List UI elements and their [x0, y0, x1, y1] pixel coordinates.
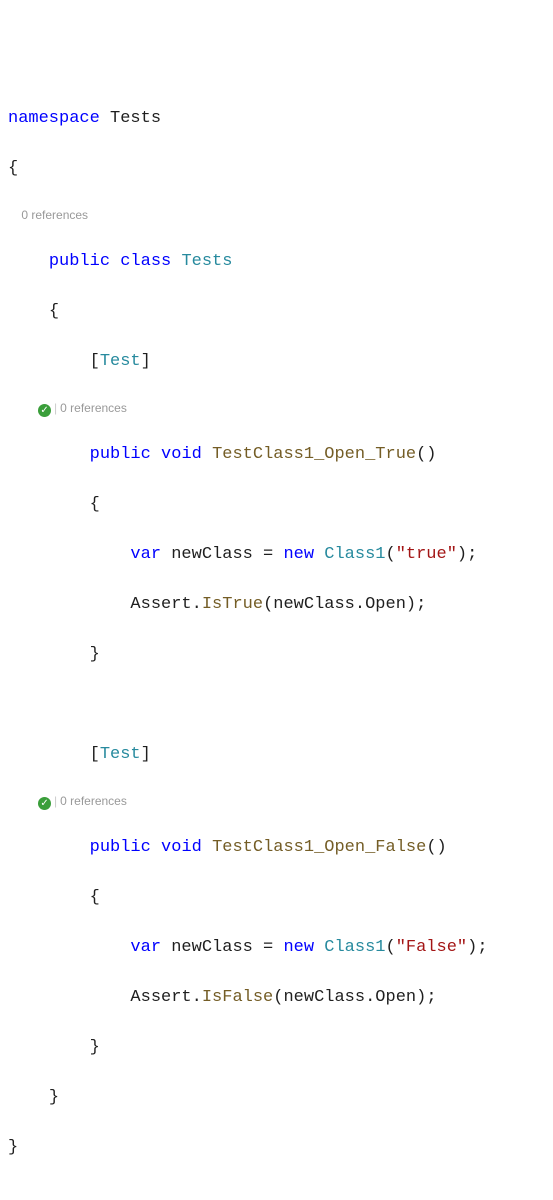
- code-line[interactable]: {: [8, 492, 545, 517]
- code-line[interactable]: }: [8, 1085, 545, 1110]
- code-line[interactable]: public void TestClass1_Open_True(): [8, 442, 545, 467]
- keyword-new: new: [283, 938, 314, 957]
- codelens-references[interactable]: 0 references: [60, 794, 127, 808]
- code-line[interactable]: {: [8, 885, 545, 910]
- test-pass-icon[interactable]: ✓: [38, 797, 51, 810]
- code-line[interactable]: {: [8, 299, 545, 324]
- code-line[interactable]: public class Tests: [8, 249, 545, 274]
- codelens-separator: |: [54, 794, 57, 808]
- keyword-var: var: [130, 545, 161, 564]
- codelens-line[interactable]: 0 references: [8, 206, 545, 224]
- ctor-type: Class1: [324, 545, 385, 564]
- dot: .: [192, 595, 202, 614]
- keyword-class: class: [120, 252, 171, 271]
- brace-open: {: [49, 302, 59, 321]
- attribute-name: Test: [100, 745, 141, 764]
- test-pass-icon[interactable]: ✓: [38, 404, 51, 417]
- semicolon: ;: [467, 545, 477, 564]
- code-line[interactable]: var newClass = new Class1("False");: [8, 935, 545, 960]
- paren-close: ): [406, 595, 416, 614]
- paren-open: (: [386, 545, 396, 564]
- string-literal: "true": [396, 545, 457, 564]
- code-line[interactable]: {: [8, 156, 545, 181]
- parens: (): [416, 445, 436, 464]
- class-name: Tests: [181, 252, 232, 271]
- semicolon: ;: [416, 595, 426, 614]
- brace-close: }: [8, 1138, 18, 1157]
- paren-close: ): [457, 545, 467, 564]
- paren-close: ): [416, 988, 426, 1007]
- brace-open: {: [90, 495, 100, 514]
- property-name: Open: [375, 988, 416, 1007]
- assert-method: IsTrue: [202, 595, 263, 614]
- keyword-public: public: [49, 252, 110, 271]
- paren-open: (: [263, 595, 273, 614]
- codelens-references[interactable]: 0 references: [21, 208, 88, 222]
- code-line[interactable]: }: [8, 642, 545, 667]
- codelens-references[interactable]: 0 references: [60, 401, 127, 415]
- code-line[interactable]: [Test]: [8, 742, 545, 767]
- string-literal: "False": [396, 938, 467, 957]
- brace-open: {: [90, 888, 100, 907]
- property-name: Open: [365, 595, 406, 614]
- code-line[interactable]: public void TestClass1_Open_False(): [8, 835, 545, 860]
- paren-open: (: [273, 988, 283, 1007]
- brace-open: {: [8, 159, 18, 178]
- paren-open: (: [386, 938, 396, 957]
- attr-bracket-open: [: [90, 352, 100, 371]
- dot: .: [192, 988, 202, 1007]
- keyword-var: var: [130, 938, 161, 957]
- semicolon: ;: [426, 988, 436, 1007]
- code-line[interactable]: Assert.IsTrue(newClass.Open);: [8, 592, 545, 617]
- keyword-void: void: [161, 445, 202, 464]
- ctor-type: Class1: [324, 938, 385, 957]
- code-line[interactable]: }: [8, 1135, 545, 1160]
- keyword-new: new: [283, 545, 314, 564]
- brace-close: }: [90, 1038, 100, 1057]
- variable-ref: newClass: [283, 988, 365, 1007]
- equals: =: [253, 545, 284, 564]
- assert-type: Assert: [130, 988, 191, 1007]
- variable-ref: newClass: [273, 595, 355, 614]
- parens: (): [426, 838, 446, 857]
- code-line[interactable]: }: [8, 1035, 545, 1060]
- keyword-namespace: namespace: [8, 109, 100, 128]
- blank-line[interactable]: [8, 692, 545, 717]
- semicolon: ;: [477, 938, 487, 957]
- codelens-line[interactable]: ✓|0 references: [8, 792, 545, 810]
- code-line[interactable]: var newClass = new Class1("true");: [8, 542, 545, 567]
- assert-method: IsFalse: [202, 988, 273, 1007]
- method-name: TestClass1_Open_False: [212, 838, 426, 857]
- attr-bracket-open: [: [90, 745, 100, 764]
- dot: .: [365, 988, 375, 1007]
- keyword-public: public: [90, 838, 151, 857]
- code-line[interactable]: [Test]: [8, 349, 545, 374]
- namespace-name: Tests: [110, 109, 161, 128]
- code-line[interactable]: namespace Tests: [8, 106, 545, 131]
- attribute-name: Test: [100, 352, 141, 371]
- keyword-void: void: [161, 838, 202, 857]
- paren-close: ): [467, 938, 477, 957]
- method-name: TestClass1_Open_True: [212, 445, 416, 464]
- brace-close: }: [49, 1088, 59, 1107]
- assert-type: Assert: [130, 595, 191, 614]
- attr-bracket-close: ]: [141, 352, 151, 371]
- codelens-separator: |: [54, 401, 57, 415]
- dot: .: [355, 595, 365, 614]
- equals: =: [253, 938, 284, 957]
- variable-name: newClass: [171, 938, 253, 957]
- variable-name: newClass: [171, 545, 253, 564]
- keyword-public: public: [90, 445, 151, 464]
- code-line[interactable]: Assert.IsFalse(newClass.Open);: [8, 985, 545, 1010]
- brace-close: }: [90, 645, 100, 664]
- codelens-line[interactable]: ✓|0 references: [8, 399, 545, 417]
- attr-bracket-close: ]: [141, 745, 151, 764]
